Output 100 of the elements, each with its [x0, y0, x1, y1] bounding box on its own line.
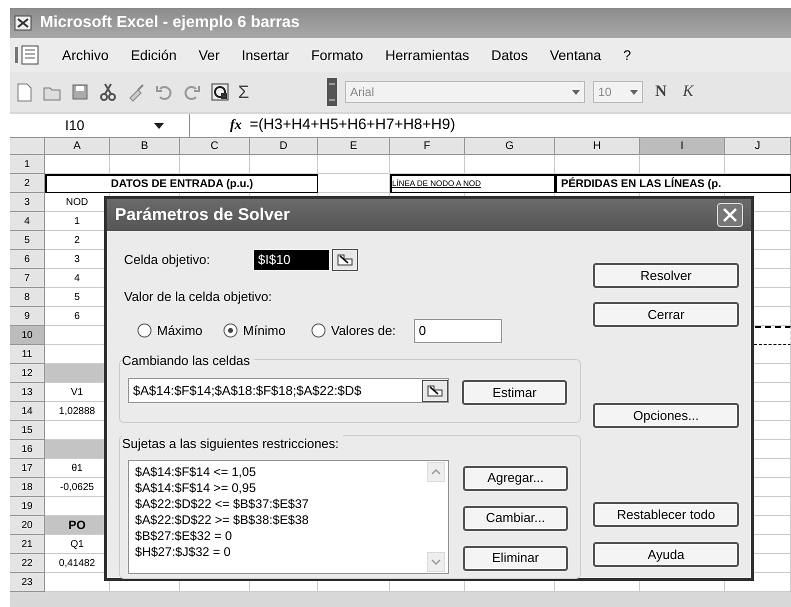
row-header[interactable]: 14 [10, 402, 45, 421]
table-cell [250, 155, 318, 174]
italic-button[interactable]: K [678, 80, 698, 104]
column-header[interactable]: C [180, 138, 250, 155]
table-cell [110, 155, 180, 174]
close-button[interactable] [717, 203, 743, 227]
bold-button[interactable]: N [651, 80, 671, 104]
collapse-dialog-button[interactable] [332, 249, 358, 271]
column-header[interactable]: A [45, 138, 110, 155]
value-field[interactable]: 0 [414, 318, 502, 342]
solver-icon[interactable] [210, 82, 230, 102]
row-header[interactable]: 15 [10, 421, 45, 440]
field-label: Valor de la celda objetivo: [124, 288, 273, 306]
change-button[interactable]: Cambiar... [463, 506, 568, 530]
toolbar-overflow-icon[interactable] [327, 78, 338, 106]
font-size: 10 [598, 84, 612, 101]
section-header: PÉRDIDAS EN LAS LÍNEAS (p. [561, 176, 722, 192]
column-header[interactable]: J [725, 138, 791, 155]
scroll-down-icon[interactable] [427, 552, 445, 572]
menu-item[interactable]: Insertar [242, 44, 290, 66]
menu-item[interactable]: Ver [198, 44, 220, 66]
row-header[interactable]: 3 [10, 193, 45, 212]
caret-icon[interactable] [154, 122, 164, 128]
menu-item[interactable]: ? [623, 44, 632, 66]
table-cell [318, 174, 390, 193]
table-cell [45, 155, 110, 174]
row-header[interactable]: 6 [10, 250, 45, 269]
row-header[interactable]: 10 [10, 326, 45, 345]
row-header[interactable]: 19 [10, 497, 45, 516]
help-button[interactable]: Ayuda [593, 542, 739, 567]
add-button[interactable]: Agregar... [463, 466, 568, 490]
column-header[interactable]: H [555, 138, 640, 155]
name-box[interactable]: I10 [10, 114, 190, 137]
table-cell [180, 155, 250, 174]
delete-button[interactable]: Eliminar [463, 546, 568, 570]
row-header[interactable]: 9 [10, 307, 45, 326]
menu-item[interactable]: Datos [491, 44, 528, 66]
document-icon[interactable] [14, 45, 40, 65]
radio-label: Mínimo [243, 322, 286, 340]
row-header[interactable]: 23 [10, 573, 45, 592]
close-dialog-button[interactable]: Cerrar [593, 302, 739, 327]
radio-button[interactable] [137, 323, 152, 338]
options-button[interactable]: Opciones... [593, 403, 739, 428]
guess-button[interactable]: Estimar [462, 380, 567, 405]
caret-icon [630, 90, 638, 94]
changing-cells-field[interactable]: $A$14:$F$14;$A$18:$F$18;$A$22:$D$ [128, 378, 449, 403]
radio-button[interactable] [311, 323, 326, 338]
scroll-up-icon[interactable] [427, 462, 445, 482]
menu-item[interactable]: Formato [311, 44, 364, 66]
autosum-button[interactable]: Σ [238, 78, 250, 106]
radio-label: Valores de: [331, 322, 396, 340]
row-header[interactable]: 13 [10, 383, 45, 402]
row-header[interactable]: 4 [10, 212, 45, 231]
font-name: Arial [350, 84, 374, 101]
menu-item[interactable]: Herramientas [385, 44, 470, 66]
column-header[interactable]: G [465, 138, 555, 155]
constraints-list[interactable]: $A$14:$F$14 <= 1,05 $A$14:$F$14 >= 0,95 $A$22:$D$22 <= $B$37:$E$37 $A$22:$D$22 >= $B$38:$E$38 $B$27:$E$32 = 0 $H$27:$J$32 = 0 [128, 460, 449, 574]
table-cell [318, 155, 390, 174]
row-header[interactable]: 1 [10, 155, 45, 174]
section-header: LÍNEA DE NODO A NOD [392, 178, 481, 190]
scrollbar[interactable] [426, 460, 448, 572]
column-header[interactable]: I [640, 138, 725, 155]
column-header[interactable]: D [250, 138, 318, 155]
function-button[interactable]: fx [230, 115, 242, 136]
spreadsheet-icon [14, 15, 32, 31]
row-header[interactable]: 8 [10, 288, 45, 307]
reset-all-button[interactable]: Restablecer todo [593, 502, 739, 527]
list-item[interactable]: $A$22:$D$22 >= $B$38:$E$38 [135, 512, 426, 528]
column-header[interactable]: B [110, 138, 180, 155]
row-header[interactable]: 5 [10, 231, 45, 250]
list-item[interactable]: $H$27:$J$32 = 0 [135, 544, 426, 560]
row-header[interactable]: 17 [10, 459, 45, 478]
list-item[interactable]: $B$27:$E$32 = 0 [135, 528, 426, 544]
radio-label: Máximo [157, 322, 203, 340]
caret-icon [572, 90, 580, 94]
row-header[interactable]: 12 [10, 364, 45, 383]
collapse-dialog-button[interactable] [422, 380, 448, 402]
dialog-title: Parámetros de Solver [115, 204, 290, 226]
list-item[interactable]: $A$14:$F$14 >= 0,95 [135, 480, 426, 496]
list-item[interactable]: $A$22:$D$22 <= $B$37:$E$37 [135, 496, 426, 512]
solve-button[interactable]: Resolver [593, 263, 739, 288]
field-value: $A$14:$F$14;$A$18:$F$18;$A$22:$D$ [133, 382, 362, 400]
save-icon[interactable] [70, 82, 90, 102]
row-header[interactable]: 7 [10, 269, 45, 288]
row-header[interactable]: 18 [10, 478, 45, 497]
menu-item[interactable]: Edición [130, 44, 177, 66]
column-header[interactable]: F [390, 138, 465, 155]
row-header[interactable]: 11 [10, 345, 45, 364]
row-header[interactable]: 2 [10, 174, 45, 193]
row-header[interactable]: 21 [10, 535, 45, 554]
row-header[interactable]: 22 [10, 554, 45, 573]
target-cell-field[interactable]: $I$10 [254, 250, 329, 270]
scissors-icon[interactable] [98, 82, 118, 102]
list-item[interactable]: $A$14:$F$14 <= 1,05 [135, 464, 426, 480]
column-header[interactable]: E [318, 138, 390, 155]
radio-button[interactable] [223, 323, 238, 338]
menu-item[interactable]: Ventana [550, 44, 602, 66]
menu-item[interactable]: Archivo [62, 44, 109, 66]
row-header[interactable]: 16 [10, 440, 45, 459]
row-header[interactable]: 20 [10, 516, 45, 535]
